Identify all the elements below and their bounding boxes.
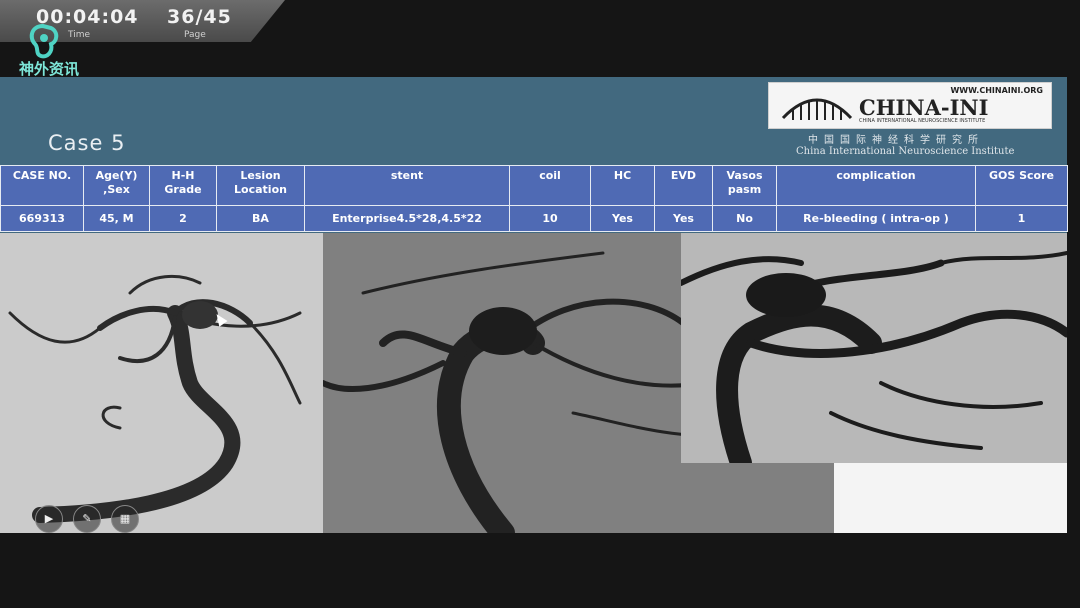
table-header-cell: EVD (654, 165, 713, 206)
table-header-row: CASE NO. Age(Y) ,Sex H-H Grade Lesion Lo… (0, 165, 1068, 206)
table-header-cell: stent (304, 165, 510, 206)
page-value: 36/45 (167, 6, 232, 28)
table-cell: 10 (509, 205, 591, 232)
table-header-cell: Lesion Location (216, 165, 305, 206)
table-header-cell: H-H Grade (149, 165, 217, 206)
case-title: Case 5 (48, 131, 126, 155)
table-cell: 2 (149, 205, 217, 232)
table-cell: Re-bleeding ( intra-op ) (776, 205, 976, 232)
table-header-cell: complication (776, 165, 976, 206)
blank-area (834, 463, 1067, 533)
table-cell: 45, M (83, 205, 150, 232)
table-cell: 669313 (0, 205, 84, 232)
grid-icon[interactable]: ▦ (111, 505, 139, 533)
angiogram-vessels-3 (681, 251, 1067, 463)
page-label: Page (184, 30, 206, 40)
angiogram-image-1: ▶ ✎ ▦ (0, 233, 323, 533)
institute-building-icon (781, 98, 853, 120)
table-cell: BA (216, 205, 305, 232)
institute-url: WWW.CHINAINI.ORG (950, 86, 1043, 95)
china-ini-logo: WWW.CHINAINI.ORG CHINA-INI CHINA INTERNA… (768, 82, 1052, 129)
table-header-cell: Vasos pasm (712, 165, 777, 206)
institute-english-name: China International Neuroscience Institu… (796, 146, 1015, 157)
play-icon[interactable]: ▶ (35, 505, 63, 533)
angiogram-vessels-1 (8, 274, 302, 523)
table-cell: Enterprise4.5*28,4.5*22 (304, 205, 510, 232)
institute-chinese-name: 中国国际神经科学研究所 (808, 135, 984, 146)
institute-name: CHINA-INI (859, 95, 989, 120)
brand-name: 神外资讯 (19, 60, 80, 78)
table-cell: No (712, 205, 777, 232)
table-header-cell: HC (590, 165, 655, 206)
angiogram-image-3 (681, 233, 1067, 463)
table-row: 669313 45, M 2 BA Enterprise4.5*28,4.5*2… (0, 205, 1068, 232)
table-header-cell: CASE NO. (0, 165, 84, 206)
table-header-cell: Age(Y) ,Sex (83, 165, 150, 206)
edit-pen-icon[interactable]: ✎ (73, 505, 101, 533)
table-cell: Yes (654, 205, 713, 232)
institute-small-text: CHINA INTERNATIONAL NEUROSCIENCE INSTITU… (859, 118, 986, 124)
table-cell: Yes (590, 205, 655, 232)
table-header-cell: GOS Score (975, 165, 1068, 206)
table-cell: 1 (975, 205, 1068, 232)
table-header-cell: coil (509, 165, 591, 206)
case-table: CASE NO. Age(Y) ,Sex H-H Grade Lesion Lo… (0, 165, 1068, 232)
